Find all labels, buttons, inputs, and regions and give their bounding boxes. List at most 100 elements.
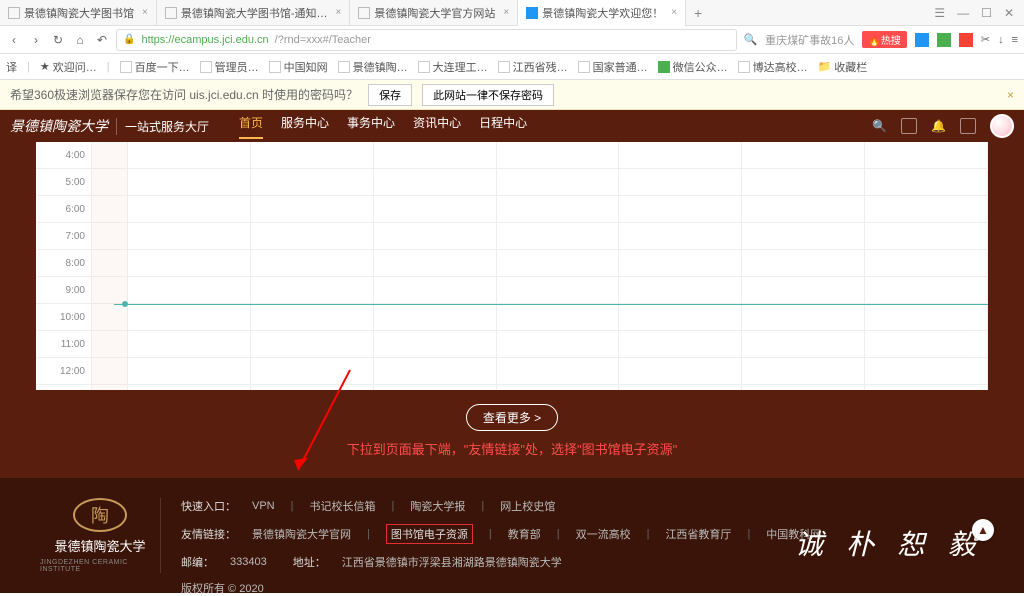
friend-link[interactable]: 双一流高校 — [576, 526, 631, 542]
bookmark-item[interactable]: 中国知网 — [269, 59, 328, 75]
time-label: 5:00 — [36, 169, 91, 196]
bookmark-item[interactable]: 管理员… — [200, 59, 259, 75]
quick-link[interactable]: 书记校长信箱 — [309, 498, 375, 514]
download-icon[interactable]: ↓ — [998, 34, 1004, 46]
time-label: 9:00 — [36, 277, 91, 304]
maximize-icon[interactable]: ☐ — [981, 6, 992, 20]
save-password-button[interactable]: 保存 — [368, 84, 412, 106]
quick-link[interactable]: 网上校史馆 — [500, 498, 555, 514]
time-label: 4:00 — [36, 142, 91, 169]
url-input[interactable]: 🔒 https://ecampus.jci.edu.cn/?rnd=xxx#/T… — [116, 29, 737, 51]
postcode-label: 邮编： — [181, 554, 214, 570]
site-topnav: 景德镇陶瓷大学 一站式服务大厅 首页 服务中心 事务中心 资讯中心 日程中心 🔍… — [0, 110, 1024, 142]
minimize-icon[interactable]: — — [957, 6, 969, 20]
lock-icon: 🔒 — [123, 34, 135, 45]
bookmark-item[interactable]: 博达高校… — [738, 59, 808, 75]
calendar-grid[interactable]: 4:00 5:00 6:00 7:00 8:00 9:00 10:00 11:0… — [36, 142, 988, 390]
back-icon[interactable]: ‹ — [6, 32, 22, 48]
nav-home[interactable]: 首页 — [239, 114, 263, 139]
close-icon[interactable]: × — [1007, 88, 1014, 102]
scroll-top-button[interactable]: ▲ — [972, 519, 994, 541]
postcode: 333403 — [230, 556, 267, 568]
time-label: 6:00 — [36, 196, 91, 223]
browser-tabs: 景德镇陶瓷大学图书馆 × 景德镇陶瓷大学图书馆-通知…× 景德镇陶瓷大学官方网站 ×… — [0, 0, 1024, 26]
menu-icon[interactable]: ☰ — [934, 6, 945, 20]
nav-service[interactable]: 服务中心 — [281, 114, 329, 139]
close-icon[interactable]: × — [142, 7, 148, 18]
quick-link[interactable]: VPN — [252, 500, 275, 512]
tab-title: 景德镇陶瓷大学图书馆 — [24, 5, 134, 21]
tab-title: 景德镇陶瓷大学官方网站 — [374, 5, 495, 21]
hot-badge[interactable]: 🔥热搜 — [862, 31, 906, 48]
address-bar: ‹ › ↻ ⌂ ↶ 🔒 https://ecampus.jci.edu.cn/?… — [0, 26, 1024, 54]
time-label: 12:00 — [36, 358, 91, 385]
page-icon — [358, 7, 370, 19]
search-hint: 重庆煤矿事故16人 — [765, 32, 854, 48]
bookmark-item[interactable]: 百度一下… — [120, 59, 190, 75]
quick-link[interactable]: 陶瓷大学报 — [410, 498, 465, 514]
page-icon — [165, 7, 177, 19]
friend-link-library[interactable]: 图书馆电子资源 — [386, 524, 473, 544]
search-icon[interactable]: 🔍 — [743, 33, 757, 46]
nav-news[interactable]: 资讯中心 — [413, 114, 461, 139]
tab-title: 景德镇陶瓷大学欢迎您！ — [542, 5, 663, 21]
current-time-line — [114, 304, 988, 305]
bookmark-folder[interactable]: 📁 收藏栏 — [818, 59, 868, 75]
copyright: 版权所有 © 2020 — [181, 580, 264, 596]
password-save-bar: 希望360极速浏览器保存您在访问 uis.jci.edu.cn 时使用的密码吗？… — [0, 80, 1024, 110]
nav-affairs[interactable]: 事务中心 — [347, 114, 395, 139]
new-tab-button[interactable]: + — [686, 5, 710, 21]
avatar[interactable] — [990, 114, 1014, 138]
address-label: 地址： — [293, 554, 326, 570]
pw-message: 希望360极速浏览器保存您在访问 uis.jci.edu.cn 时使用的密码吗？ — [10, 86, 358, 103]
view-more-button[interactable]: 查看更多 > — [466, 404, 558, 431]
bookmark-item[interactable]: 微信公众… — [658, 59, 728, 75]
friend-link[interactable]: 江西省教育厅 — [665, 526, 731, 542]
menu-icon[interactable]: ≡ — [1012, 34, 1018, 46]
close-icon[interactable]: × — [503, 7, 509, 18]
bookmark-item[interactable]: 江西省残… — [498, 59, 568, 75]
links-label: 友情链接： — [181, 526, 236, 542]
tab-0[interactable]: 景德镇陶瓷大学图书馆 × — [0, 0, 157, 26]
nav-schedule[interactable]: 日程中心 — [479, 114, 527, 139]
close-window-icon[interactable]: ✕ — [1004, 6, 1014, 20]
main-area: 4:00 5:00 6:00 7:00 8:00 9:00 10:00 11:0… — [0, 142, 1024, 478]
bookmark-item[interactable]: 国家普通… — [578, 59, 648, 75]
ext-icon-1[interactable] — [915, 33, 929, 47]
friend-link[interactable]: 教育部 — [508, 526, 541, 542]
favorites-folder[interactable]: ★ 欢迎问… — [40, 59, 97, 75]
translate-label: 译 — [6, 59, 17, 75]
phone-icon[interactable] — [960, 118, 976, 134]
instruction-text: 下拉到页面最下端，"友情链接"处，选择"图书馆电子资源" — [0, 439, 1024, 458]
footer-logo-icon: 陶 — [73, 498, 127, 532]
never-save-button[interactable]: 此网站一律不保存密码 — [422, 84, 554, 106]
footer-logo-en: JINGDEZHEN CERAMIC INSTITUTE — [40, 559, 160, 573]
close-icon[interactable]: × — [336, 7, 342, 18]
site-logo: 景德镇陶瓷大学 — [10, 116, 108, 136]
address: 江西省景德镇市浮梁县湘湖路景德镇陶瓷大学 — [342, 554, 562, 570]
bookmark-item[interactable]: 景德镇陶… — [338, 59, 408, 75]
friend-link[interactable]: 景德镇陶瓷大学官网 — [252, 526, 351, 542]
footer-logo-name: 景德镇陶瓷大学 — [54, 536, 145, 555]
time-label: 10:00 — [36, 304, 91, 331]
tab-2[interactable]: 景德镇陶瓷大学官方网站 × — [350, 0, 518, 26]
tab-3[interactable]: 景德镇陶瓷大学欢迎您！ × — [518, 0, 686, 26]
time-label: 7:00 — [36, 223, 91, 250]
close-icon[interactable]: × — [671, 7, 677, 18]
school-motto: 诚 朴 恕 毅 — [795, 523, 984, 563]
ext-icon-2[interactable] — [937, 33, 951, 47]
page-icon — [8, 7, 20, 19]
footer: 陶 景德镇陶瓷大学 JINGDEZHEN CERAMIC INSTITUTE 快… — [0, 478, 1024, 593]
ext-icon-3[interactable] — [959, 33, 973, 47]
grid-icon[interactable] — [901, 118, 917, 134]
bell-icon[interactable]: 🔔 — [931, 119, 946, 133]
tab-1[interactable]: 景德镇陶瓷大学图书馆-通知…× — [157, 0, 351, 26]
search-icon[interactable]: 🔍 — [872, 119, 887, 133]
bookmark-item[interactable]: 大连理工… — [418, 59, 488, 75]
reload-icon[interactable]: ↻ — [50, 32, 66, 48]
scissors-icon[interactable]: ✂ — [981, 33, 990, 46]
time-label: 8:00 — [36, 250, 91, 277]
restore-icon[interactable]: ↶ — [94, 32, 110, 48]
forward-icon[interactable]: › — [28, 32, 44, 48]
home-icon[interactable]: ⌂ — [72, 32, 88, 48]
